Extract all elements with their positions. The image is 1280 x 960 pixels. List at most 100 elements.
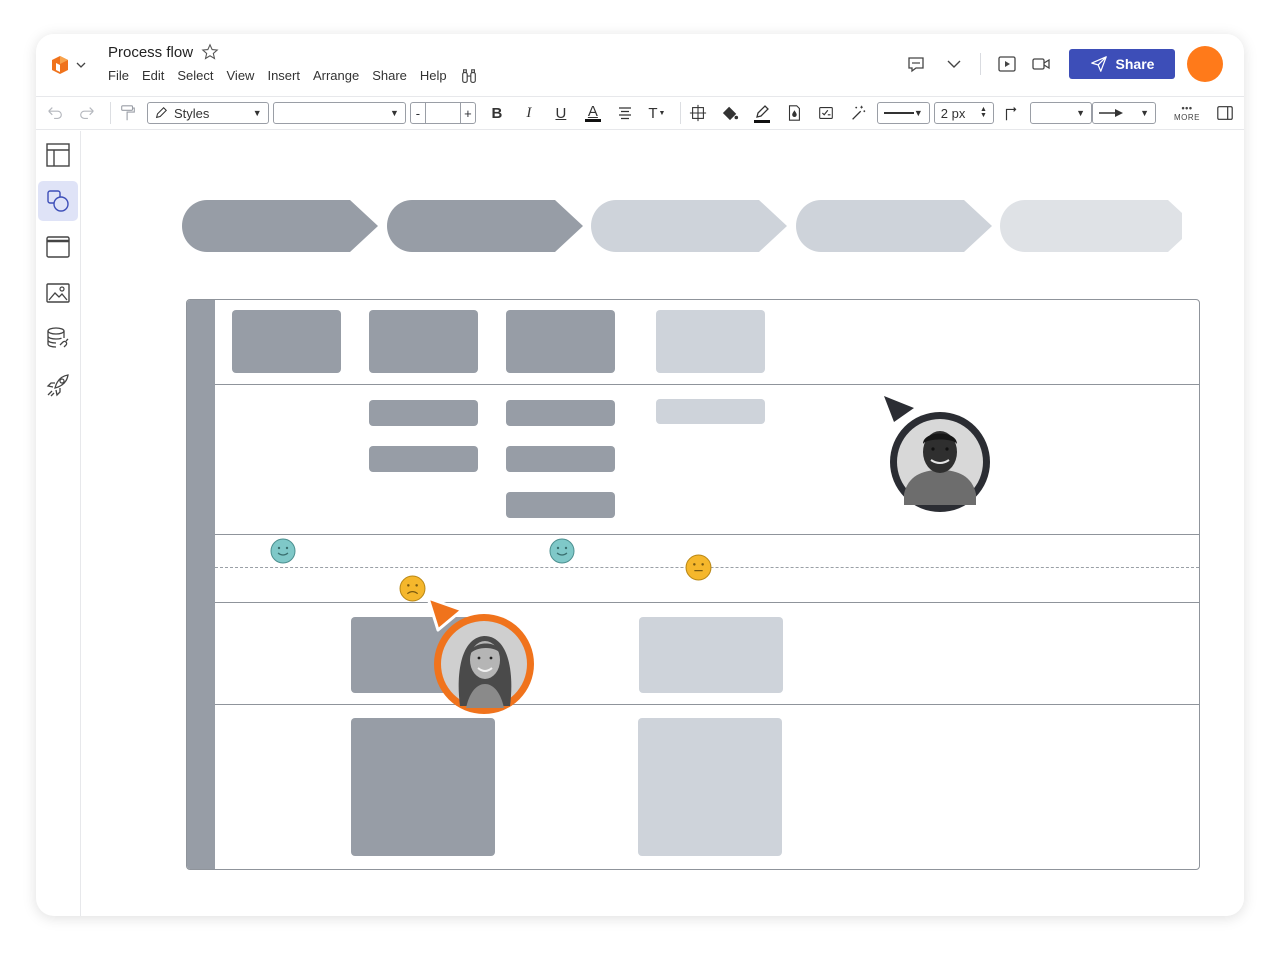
droplet-box-icon <box>788 105 800 121</box>
cursor-arrow-icon <box>884 396 914 422</box>
document-title[interactable]: Process flow <box>108 44 193 61</box>
present-play-icon <box>998 56 1016 72</box>
conditional-format-button[interactable] <box>813 100 839 126</box>
process-arrow-3[interactable] <box>591 200 787 252</box>
app-window: Process flow File Edit Select View Inser… <box>36 34 1244 916</box>
comments-button[interactable] <box>900 48 932 80</box>
data-link-icon <box>47 327 69 348</box>
diagram-canvas[interactable] <box>82 131 1244 916</box>
align-button[interactable] <box>612 100 638 126</box>
up-down-icon: ▲ ▼ <box>980 106 987 119</box>
sidebar-item-templates[interactable] <box>38 365 78 405</box>
process-step-box[interactable] <box>639 617 783 693</box>
menu-insert[interactable]: Insert <box>267 68 300 86</box>
process-step-box[interactable] <box>638 718 782 856</box>
neutral-face-icon[interactable] <box>685 554 712 581</box>
italic-button[interactable]: I <box>516 100 542 126</box>
menu-select[interactable]: Select <box>177 68 213 86</box>
font-size-decrease[interactable]: - <box>411 103 425 123</box>
text-options-button[interactable]: T ▼ <box>644 100 670 126</box>
happy-face-icon[interactable] <box>549 538 575 564</box>
collapse-button[interactable] <box>938 48 970 80</box>
menu-arrange[interactable]: Arrange <box>313 68 359 86</box>
sidebar-item-layout[interactable] <box>38 135 78 175</box>
more-button[interactable]: ••• MORE <box>1174 104 1201 123</box>
caret-down-icon: ▼ <box>1076 108 1086 118</box>
styles-select[interactable]: Styles ▼ <box>146 102 269 124</box>
task-bar[interactable] <box>506 400 615 426</box>
line-style-select[interactable]: ▼ <box>876 102 930 124</box>
process-arrow-2[interactable] <box>387 200 583 252</box>
underline-button[interactable]: U <box>548 100 574 126</box>
sidebar-item-data[interactable] <box>38 319 78 359</box>
fill-color-button[interactable] <box>717 100 743 126</box>
swimlane-header-bar[interactable] <box>187 300 215 869</box>
shapes-icon <box>47 190 69 212</box>
task-bar[interactable] <box>506 446 615 472</box>
app-header: Process flow File Edit Select View Inser… <box>36 34 1244 94</box>
text-color-button[interactable]: A <box>580 100 606 126</box>
collaborator-cursor-man <box>884 396 990 512</box>
left-sidebar <box>36 131 81 916</box>
undo-button[interactable] <box>42 100 68 126</box>
line-style-preview <box>883 112 914 114</box>
right-panel-toggle[interactable] <box>1212 100 1238 126</box>
menu-view[interactable]: View <box>227 68 255 86</box>
bold-button[interactable]: B <box>484 100 510 126</box>
star-outline-icon[interactable] <box>201 43 219 61</box>
layout-panel-icon <box>46 143 70 167</box>
happy-face-icon[interactable] <box>270 538 296 564</box>
sidebar-item-frame[interactable] <box>38 227 78 267</box>
line-color-button[interactable] <box>749 100 775 126</box>
process-arrow-5[interactable] <box>1000 200 1182 252</box>
process-step-box[interactable] <box>506 310 615 373</box>
process-step-box[interactable] <box>656 310 765 373</box>
position-button[interactable] <box>685 100 711 126</box>
sidebar-item-shapes[interactable] <box>38 181 78 221</box>
app-logo[interactable] <box>50 55 86 75</box>
task-bar[interactable] <box>656 399 765 424</box>
pen-icon <box>155 107 167 119</box>
sad-face-icon[interactable] <box>399 575 426 602</box>
redo-button[interactable] <box>74 100 100 126</box>
line-start-select[interactable]: ▼ <box>1029 102 1093 124</box>
binoculars-icon[interactable] <box>460 68 478 86</box>
process-step-box[interactable] <box>369 310 478 373</box>
opacity-button[interactable] <box>781 100 807 126</box>
share-button[interactable]: Share <box>1069 49 1175 79</box>
user-avatar[interactable] <box>1187 46 1223 82</box>
process-step-box[interactable] <box>232 310 341 373</box>
process-step-box[interactable] <box>351 718 495 856</box>
line-width-select[interactable]: 2 px ▲ ▼ <box>933 102 994 124</box>
more-label: MORE <box>1174 113 1201 122</box>
line-end-select[interactable]: ▼ <box>1092 102 1157 124</box>
present-button[interactable] <box>991 48 1023 80</box>
sidebar-item-images[interactable] <box>38 273 78 313</box>
chevron-down-icon <box>947 60 961 68</box>
magic-wand-button[interactable] <box>845 100 871 126</box>
frame-icon <box>46 236 70 258</box>
format-painter-button[interactable] <box>115 100 141 126</box>
task-bar[interactable] <box>506 492 615 518</box>
task-bar[interactable] <box>369 446 478 472</box>
menu-share[interactable]: Share <box>372 68 407 86</box>
font-size-stepper[interactable]: - + <box>409 102 476 124</box>
text-color-letter: A <box>587 102 598 120</box>
menu-file[interactable]: File <box>108 68 129 86</box>
task-bar[interactable] <box>369 400 478 426</box>
paper-plane-icon <box>1090 56 1107 72</box>
magic-wand-icon <box>851 105 866 120</box>
elbow-connector-icon <box>1005 106 1017 121</box>
process-arrow-1[interactable] <box>182 200 378 252</box>
video-call-button[interactable] <box>1025 48 1057 80</box>
paint-bucket-icon <box>722 106 738 121</box>
connector-style-button[interactable] <box>998 100 1024 126</box>
process-arrow-4[interactable] <box>796 200 992 252</box>
header-actions: Share <box>900 46 1244 82</box>
menu-edit[interactable]: Edit <box>142 68 164 86</box>
font-size-input[interactable] <box>424 103 461 123</box>
font-family-select[interactable]: ▼ <box>272 102 406 124</box>
font-size-increase[interactable]: + <box>461 103 475 123</box>
redo-icon <box>80 107 94 119</box>
menu-help[interactable]: Help <box>420 68 447 86</box>
